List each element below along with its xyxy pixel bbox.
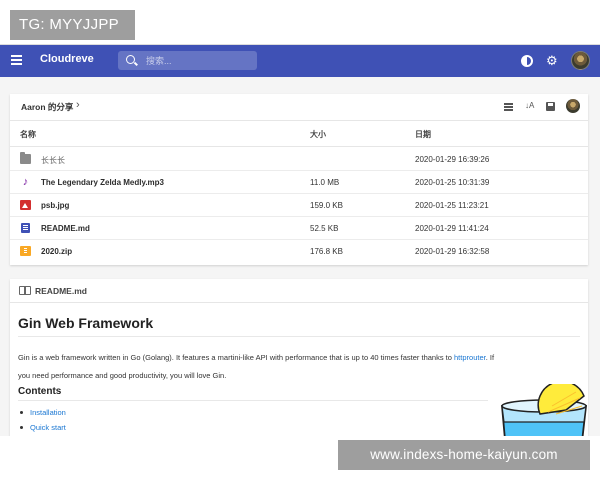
theme-toggle-icon[interactable] <box>521 55 533 67</box>
file-size: 52.5 KB <box>310 224 339 233</box>
file-name: The Legendary Zelda Medly.mp3 <box>41 178 164 187</box>
document-file-icon <box>21 223 30 233</box>
owner-avatar[interactable] <box>566 99 580 113</box>
image-file-icon <box>20 200 31 210</box>
file-size: 11.0 MB <box>310 178 340 187</box>
file-list-card: Aaron 的分享 › ↓A 名称 大小 日期 长长长 2020-01-29 1… <box>10 94 588 265</box>
search-icon <box>126 55 135 64</box>
httprouter-link[interactable]: httprouter <box>454 353 486 362</box>
readme-header: README.md <box>10 279 588 303</box>
settings-gear-icon[interactable]: ⚙ <box>546 54 558 68</box>
file-date: 2020-01-29 11:41:24 <box>415 224 489 233</box>
paragraph-text: Gin is a web framework written in Go (Go… <box>18 353 455 362</box>
column-name[interactable]: 名称 <box>20 129 36 140</box>
table-header: 名称 大小 日期 <box>10 120 588 147</box>
contents-divider <box>18 400 488 401</box>
column-date[interactable]: 日期 <box>415 129 431 140</box>
cloudreve-app: Cloudreve 搜索... ⚙ Aaron 的分享 › ↓A 名称 大小 日… <box>0 44 600 436</box>
file-name: README.md <box>41 224 90 233</box>
search-placeholder: 搜索... <box>146 56 172 66</box>
book-icon <box>19 286 31 295</box>
file-date: 2020-01-25 11:23:21 <box>415 201 489 210</box>
readme-paragraph: Gin is a web framework written in Go (Go… <box>18 349 498 385</box>
view-list-icon[interactable] <box>504 103 513 111</box>
user-avatar[interactable] <box>571 51 590 70</box>
file-name: 长长长 <box>41 156 65 165</box>
toc-link[interactable]: Quick start <box>20 420 66 435</box>
file-name: 2020.zip <box>41 247 73 256</box>
watermark-top: TG: MYYJJPP <box>10 10 135 40</box>
contents-heading: Contents <box>18 386 62 397</box>
table-row[interactable]: psb.jpg 159.0 KB 2020-01-25 11:23:21 <box>10 194 588 217</box>
readme-heading: Gin Web Framework <box>18 315 154 331</box>
toc-link[interactable]: Installation <box>20 405 66 420</box>
gin-gopher-logo-image <box>501 384 588 436</box>
file-size: 159.0 KB <box>310 201 343 210</box>
heading-divider <box>18 336 580 337</box>
chevron-right-icon[interactable]: › <box>76 100 80 111</box>
table-of-contents: Installation Quick start <box>20 405 66 435</box>
file-name: psb.jpg <box>41 201 70 210</box>
app-brand[interactable]: Cloudreve <box>40 53 94 65</box>
menu-icon[interactable] <box>11 55 22 67</box>
app-bar: Cloudreve 搜索... ⚙ <box>0 45 600 77</box>
readme-card: README.md Gin Web Framework Gin is a web… <box>10 279 588 436</box>
table-row[interactable]: ♪ The Legendary Zelda Medly.mp3 11.0 MB … <box>10 171 588 194</box>
screenshot: TG: MYYJJPP Cloudreve 搜索... ⚙ Aaron 的分享 … <box>0 0 600 480</box>
zip-file-icon <box>20 246 31 256</box>
table-row[interactable]: README.md 52.5 KB 2020-01-29 11:41:24 <box>10 217 588 240</box>
breadcrumb[interactable]: Aaron 的分享 <box>21 101 73 113</box>
file-date: 2020-01-29 16:39:26 <box>415 155 490 164</box>
column-size[interactable]: 大小 <box>310 129 326 140</box>
file-date: 2020-01-25 10:31:39 <box>415 178 490 187</box>
watermark-bottom: www.indexs-home-kaiyun.com <box>338 440 590 470</box>
folder-icon <box>20 152 31 164</box>
table-row[interactable]: 2020.zip 176.8 KB 2020-01-29 16:32:58 <box>10 240 588 263</box>
music-file-icon: ♪ <box>22 176 29 188</box>
file-size: 176.8 KB <box>310 247 343 256</box>
file-date: 2020-01-29 16:32:58 <box>415 247 490 256</box>
sort-icon[interactable]: ↓A <box>525 101 534 110</box>
table-row[interactable]: 长长长 2020-01-29 16:39:26 <box>10 148 588 171</box>
save-icon[interactable] <box>546 102 555 111</box>
readme-filename: README.md <box>35 286 87 296</box>
search-input[interactable]: 搜索... <box>118 51 257 70</box>
